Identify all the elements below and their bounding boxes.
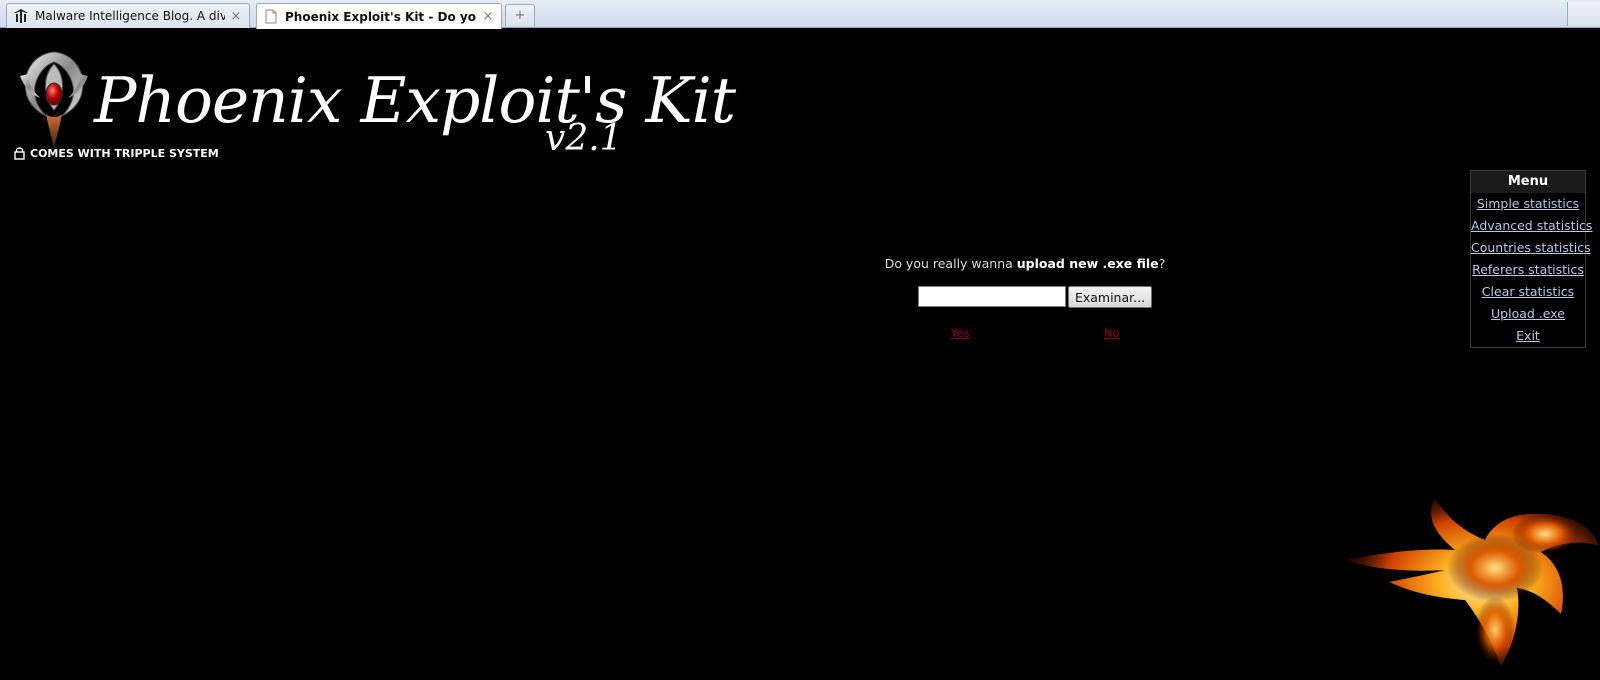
browser-tab-strip: Malware Intelligence Blog. A divisio... …: [0, 0, 1600, 29]
yes-link[interactable]: Yes: [951, 326, 970, 340]
prompt-prefix: Do you really wanna: [884, 256, 1017, 271]
tab-title: Phoenix Exploit's Kit - Do you rea...: [285, 9, 477, 24]
upload-prompt: Do you really wanna upload new .exe file…: [820, 256, 1230, 271]
tab-title: Malware Intelligence Blog. A divisio...: [35, 9, 225, 23]
close-tab-icon[interactable]: ×: [229, 9, 243, 24]
close-tab-icon[interactable]: ×: [481, 9, 495, 24]
tab-phoenix-exploit-kit[interactable]: Phoenix Exploit's Kit - Do you rea... ×: [256, 3, 502, 29]
menu-item-simple-statistics[interactable]: Simple statistics: [1471, 193, 1585, 215]
phoenix-crest-logo-icon: [14, 46, 94, 150]
menu-item-advanced-statistics[interactable]: Advanced statistics: [1471, 215, 1592, 237]
menu-item-clear-statistics[interactable]: Clear statistics: [1471, 281, 1585, 303]
menu-item-countries-statistics[interactable]: Countries statistics: [1471, 237, 1591, 259]
logo-title: Phoenix Exploit's Kit: [94, 64, 736, 137]
page-icon: [263, 9, 279, 25]
tab-list-button[interactable]: [1567, 2, 1600, 26]
menu-title: Menu: [1471, 171, 1585, 193]
menu-item-exit[interactable]: Exit: [1471, 325, 1585, 347]
logo-version: v2.1: [545, 118, 623, 159]
menu-item-upload-exe[interactable]: Upload .exe: [1471, 303, 1585, 325]
browse-file-button[interactable]: Examinar...: [1068, 286, 1152, 308]
lock-icon: [14, 146, 25, 160]
malware-blog-favicon-icon: [13, 8, 29, 24]
tagline: COMES WITH TRIPPLE SYSTEM: [14, 146, 219, 160]
prompt-suffix: ?: [1158, 256, 1166, 271]
new-tab-button[interactable]: +: [505, 4, 535, 26]
side-menu: Menu Simple statistics Advanced statisti…: [1470, 170, 1592, 348]
tagline-text: COMES WITH TRIPPLE SYSTEM: [30, 146, 219, 160]
file-path-input[interactable]: [918, 286, 1066, 307]
tab-malware-blog[interactable]: Malware Intelligence Blog. A divisio... …: [6, 3, 250, 28]
fire-phoenix-icon: [1345, 490, 1600, 676]
prompt-bold: upload new .exe file: [1016, 256, 1159, 271]
menu-item-referers-statistics[interactable]: Referers statistics: [1471, 259, 1585, 281]
no-link[interactable]: No: [1104, 326, 1120, 340]
